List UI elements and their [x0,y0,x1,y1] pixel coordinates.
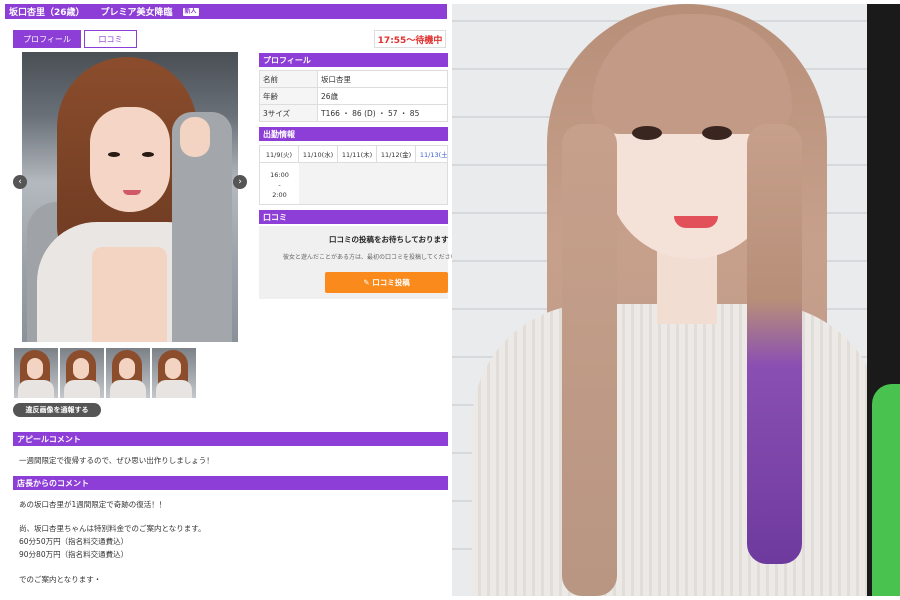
manager-line: 尚、坂口杏里ちゃんは特別料金でのご案内となります。 [19,524,206,533]
review-heading: 口コミ [259,210,448,224]
post-review-label: 口コミ投稿 [372,278,410,287]
appeal-text: 一週間限定で復帰するので、ぜひ思い出作りしましょう！ [19,456,214,465]
post-review-button[interactable]: ✎ 口コミ投稿 [325,272,448,293]
profile-key: 3サイズ [259,104,318,122]
review-box: 口コミの投稿をお待ちしております 彼女と遊んだことがある方は、最初の口コミを投稿… [259,226,452,299]
manager-line: 90分80万円（指名料交通費込） [19,550,129,559]
thumbnail-1[interactable] [14,348,58,398]
schedule-grid: 11/9(火) 11/10(水) 11/11(木) 11/12(金) 11/13… [259,145,448,205]
slot-end: 2:00 [272,190,287,199]
profile-value: 坂口杏里 [317,70,448,88]
profile-page: 坂口杏里（26歳） プレミア美女降臨 新人 プロフィール 口コミ 17:55～待… [0,0,452,600]
thumbnail-4[interactable] [152,348,196,398]
manager-line: あの坂口杏里が1週間限定で奇跡の復活！！ [19,500,167,509]
profile-key: 名前 [259,70,318,88]
new-badge: 新人 [182,7,199,16]
schedule-heading: 出勤情報 [259,127,448,141]
schedule-day: 11/9(火) [260,146,299,163]
pencil-icon: ✎ [363,278,373,287]
profile-key: 年齢 [259,87,318,105]
next-photo-arrow-icon[interactable]: › [233,175,247,189]
thumbnail-2[interactable] [60,348,104,398]
status-badge: 17:55～待機中 [374,30,446,48]
profile-heading: プロフィール [259,53,448,67]
schedule-day: 11/10(水) [299,146,338,163]
profile-value: T166 ・ 86 (D) ・ 57 ・ 85 [317,104,448,122]
tab-review[interactable]: 口コミ [84,30,137,48]
comparison-photo [452,4,900,596]
profile-table: 名前 坂口杏里 年齢 26歳 3サイズ T166 ・ 86 (D) ・ 57 ・… [259,70,448,122]
manager-heading: 店長からのコメント [13,476,448,490]
schedule-day: 11/11(木) [338,146,377,163]
prev-photo-arrow-icon[interactable]: ‹ [13,175,27,189]
manager-line: でのご案内となります・ [19,575,102,584]
report-image-button[interactable]: 違反画像を通報する [13,403,101,417]
thumbnail-strip [14,348,196,398]
review-title: 口コミの投稿をお待ちしております [329,235,449,244]
schedule-slot: 16:00 - 2:00 [260,163,299,204]
main-photo[interactable] [22,52,238,342]
shop-name: プレミア美女降臨 [100,8,173,18]
slot-sep: - [278,180,281,189]
table-row: 3サイズ T166 ・ 86 (D) ・ 57 ・ 85 [259,104,448,122]
appeal-heading: アピールコメント [13,432,448,446]
schedule-day: 11/12(金) [377,146,416,163]
profile-value: 26歳 [317,87,448,105]
girl-name-age: 坂口杏里（26歳） [9,8,85,18]
thumbnail-3[interactable] [106,348,150,398]
schedule-day: 11/13(土) [416,146,447,163]
title-bar: 坂口杏里（26歳） プレミア美女降臨 新人 [5,4,447,19]
table-row: 年齢 26歳 [259,87,448,105]
slot-start: 16:00 [270,170,289,179]
tab-profile[interactable]: プロフィール [13,30,81,48]
manager-line: 60分50万円（指名料交通費込） [19,537,129,546]
table-row: 名前 坂口杏里 [259,70,448,88]
review-subtitle: 彼女と遊んだことがある方は、最初の口コミを投稿してください [283,254,452,261]
